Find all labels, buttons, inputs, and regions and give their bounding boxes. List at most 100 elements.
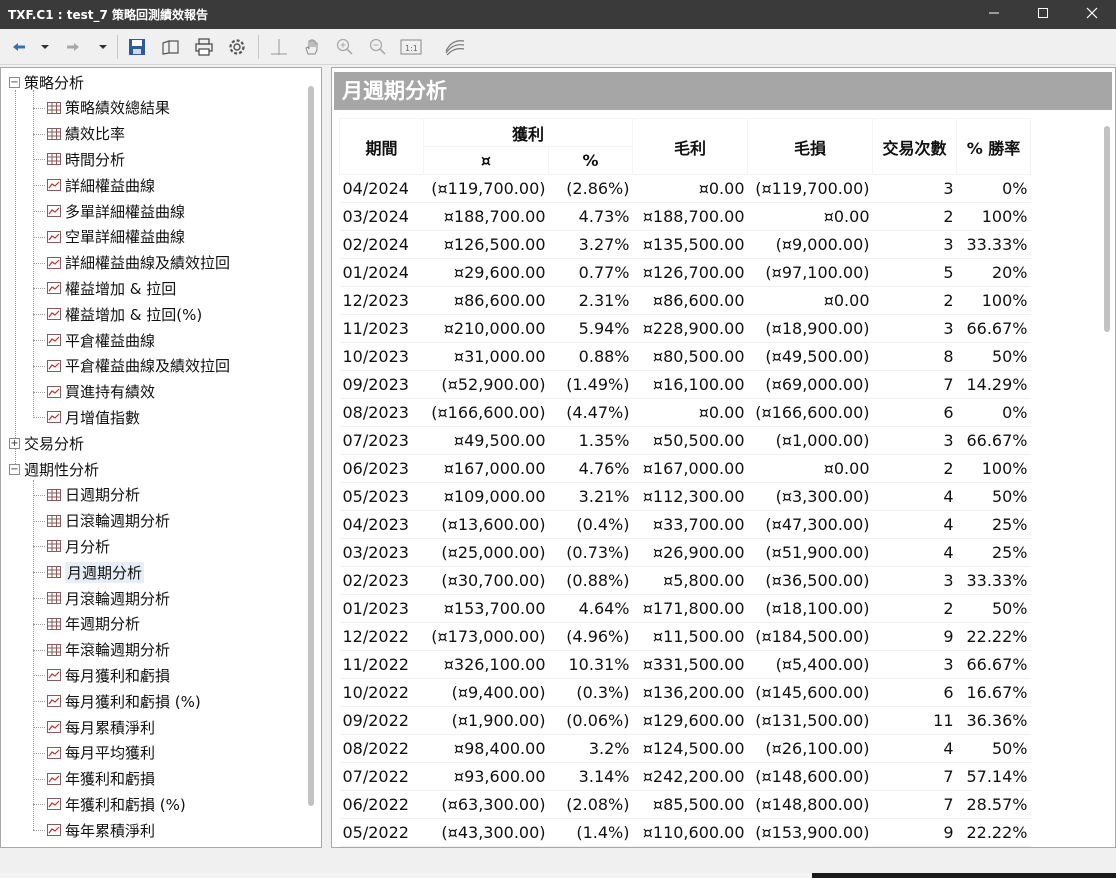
table-icon xyxy=(47,592,61,604)
tree-item[interactable]: 每月平均獲利 xyxy=(47,741,155,765)
print-icon xyxy=(195,38,213,56)
tree-item[interactable]: 年週期分析 xyxy=(47,612,140,636)
tree-item-label: 日週期分析 xyxy=(65,486,141,505)
hand-button[interactable] xyxy=(301,36,323,58)
tree-item[interactable]: 每年累積淨利 xyxy=(47,818,155,842)
tree-item[interactable]: 策略績效總結果 xyxy=(47,96,170,120)
cell-gross-loss: ¤0.00 xyxy=(747,286,873,315)
tree-scrollbar[interactable] xyxy=(308,86,314,806)
crosshair-button[interactable] xyxy=(268,36,290,58)
maximize-button[interactable] xyxy=(1019,0,1067,29)
collapse-icon[interactable]: − xyxy=(9,463,20,475)
tree-group-periodic[interactable]: − 週期性分析 xyxy=(9,457,99,481)
chart-style-icon xyxy=(445,40,465,56)
cell-gross-profit: ¤171,800.00 xyxy=(632,594,748,623)
save-button[interactable] xyxy=(126,36,148,58)
tree-item[interactable]: 權益增加 & 拉回(%) xyxy=(47,302,202,326)
tree-item[interactable]: 多單詳細權益曲線 xyxy=(47,199,185,223)
zoom-in-button[interactable] xyxy=(334,36,356,58)
tree-item[interactable]: 績效比率 xyxy=(47,122,125,146)
tree-item[interactable]: 每月獲利和虧損 (%) xyxy=(47,689,201,713)
open-button[interactable] xyxy=(160,36,182,58)
cell-period: 12/2023 xyxy=(339,286,424,315)
collapse-icon[interactable]: − xyxy=(9,76,20,88)
tree-group-trade[interactable]: + 交易分析 xyxy=(9,431,84,455)
tree-item[interactable]: 月增值指數 xyxy=(47,405,140,429)
cell-profit-pct: 4.73% xyxy=(548,202,633,231)
close-button[interactable] xyxy=(1068,0,1116,29)
tree-item[interactable]: 每月累積淨利 xyxy=(47,715,155,739)
cell-profit: (¤25,000.00) xyxy=(423,538,549,567)
cell-profit: (¤13,600.00) xyxy=(423,510,549,539)
maximize-icon xyxy=(1038,8,1048,18)
cell-win-rate: 22.22% xyxy=(956,818,1031,847)
chart-style-button[interactable] xyxy=(444,36,466,58)
cell-gross-profit: ¤11,500.00 xyxy=(632,622,748,651)
tree-item[interactable]: 權益增加 & 拉回 xyxy=(47,276,176,300)
table-row: 08/2022 ¤98,400.00 3.2% ¤124,500.00 (¤26,100… xyxy=(339,734,1031,763)
tree-item[interactable]: 月週期分析 xyxy=(47,560,145,584)
cell-win-rate: 33.33% xyxy=(956,566,1031,595)
tree-item[interactable]: 平倉權益曲線及績效拉回 xyxy=(47,354,230,378)
cell-trades: 2 xyxy=(872,594,957,623)
table-icon xyxy=(47,514,61,527)
cell-gross-loss: (¤1,000.00) xyxy=(747,426,873,455)
table-icon xyxy=(47,153,61,166)
col-profit-pct[interactable]: % xyxy=(548,146,633,175)
cell-period: 05/2023 xyxy=(339,482,424,511)
zoom-out-button[interactable] xyxy=(367,36,389,58)
tree-item[interactable]: 年滾輪週期分析 xyxy=(47,638,170,662)
tree-item[interactable]: 日滾輪週期分析 xyxy=(47,509,170,533)
back-button[interactable] xyxy=(8,36,30,58)
cell-gross-profit: ¤80,500.00 xyxy=(632,342,748,371)
tree-item-label: 策略分析 xyxy=(24,73,85,92)
zoom-actual-button[interactable]: 1:1 xyxy=(400,36,422,58)
col-profit-currency[interactable]: ¤ xyxy=(423,146,549,175)
minimize-button[interactable] xyxy=(970,0,1018,29)
tree-item[interactable]: 平倉權益曲線 xyxy=(47,328,155,352)
open-icon xyxy=(162,40,179,55)
col-profit[interactable]: 獲利 xyxy=(423,118,633,147)
settings-button[interactable] xyxy=(226,36,248,58)
forward-dropdown[interactable] xyxy=(96,36,110,58)
col-trades[interactable]: 交易次數 xyxy=(872,118,957,175)
cell-period: 07/2022 xyxy=(339,762,424,791)
back-dropdown[interactable] xyxy=(38,36,52,58)
tree-item[interactable]: 詳細權益曲線 xyxy=(47,173,155,197)
tree-item[interactable]: 時間分析 xyxy=(47,147,125,171)
cell-gross-loss: (¤36,500.00) xyxy=(747,566,873,595)
expand-icon[interactable]: + xyxy=(9,437,20,449)
cell-profit-pct: 4.76% xyxy=(548,454,633,483)
cell-profit: ¤126,500.00 xyxy=(423,230,549,259)
cell-trades: 4 xyxy=(872,510,957,539)
window-title: TXF.C1 : test_7 策略回測績效報告 xyxy=(8,8,209,22)
cell-profit: (¤63,300.00) xyxy=(423,790,549,819)
tree-item[interactable]: 日週期分析 xyxy=(47,483,140,507)
cell-win-rate: 33.33% xyxy=(956,230,1031,259)
tree-item[interactable]: 空單詳細權益曲線 xyxy=(47,225,185,249)
tree-item[interactable]: 詳細權益曲線及績效拉回 xyxy=(47,251,230,275)
tree-item[interactable]: 每月獲利和虧損 xyxy=(47,663,170,687)
cell-trades: 6 xyxy=(872,398,957,427)
table-row: 04/2023 (¤13,600.00) (0.4%) ¤33,700.00 (¤47,… xyxy=(339,510,1031,539)
tree-group-strategy[interactable]: − 策略分析 xyxy=(9,70,84,94)
table-row: 09/2023 (¤52,900.00) (1.49%) ¤16,100.00 (¤69… xyxy=(339,370,1031,399)
tree-item[interactable]: 年獲利和虧損 xyxy=(47,767,155,791)
col-win-rate[interactable]: % 勝率 xyxy=(956,118,1031,175)
tree-item[interactable]: 年獲利和虧損 (%) xyxy=(47,792,186,816)
chart-icon xyxy=(47,179,61,192)
table-row: 03/2024 ¤188,700.00 4.73% ¤188,700.00 ¤0.00 2… xyxy=(339,202,1031,231)
forward-button[interactable] xyxy=(62,36,84,58)
cell-period: 03/2024 xyxy=(339,202,424,231)
tree-item[interactable]: 月滾輪週期分析 xyxy=(47,586,170,610)
cell-gross-profit: ¤50,500.00 xyxy=(632,426,748,455)
col-gross-profit[interactable]: 毛利 xyxy=(632,118,748,175)
tree-item[interactable]: 月分析 xyxy=(47,534,110,558)
table-row: 12/2022 (¤173,000.00) (4.96%) ¤11,500.00 (¤1… xyxy=(339,622,1031,651)
col-gross-loss[interactable]: 毛損 xyxy=(747,118,873,175)
col-period[interactable]: 期間 xyxy=(339,118,424,175)
cell-gross-profit: ¤136,200.00 xyxy=(632,678,748,707)
tree-item[interactable]: 買進持有績效 xyxy=(47,380,155,404)
print-button[interactable] xyxy=(193,36,215,58)
content-scrollbar[interactable] xyxy=(1104,126,1110,332)
